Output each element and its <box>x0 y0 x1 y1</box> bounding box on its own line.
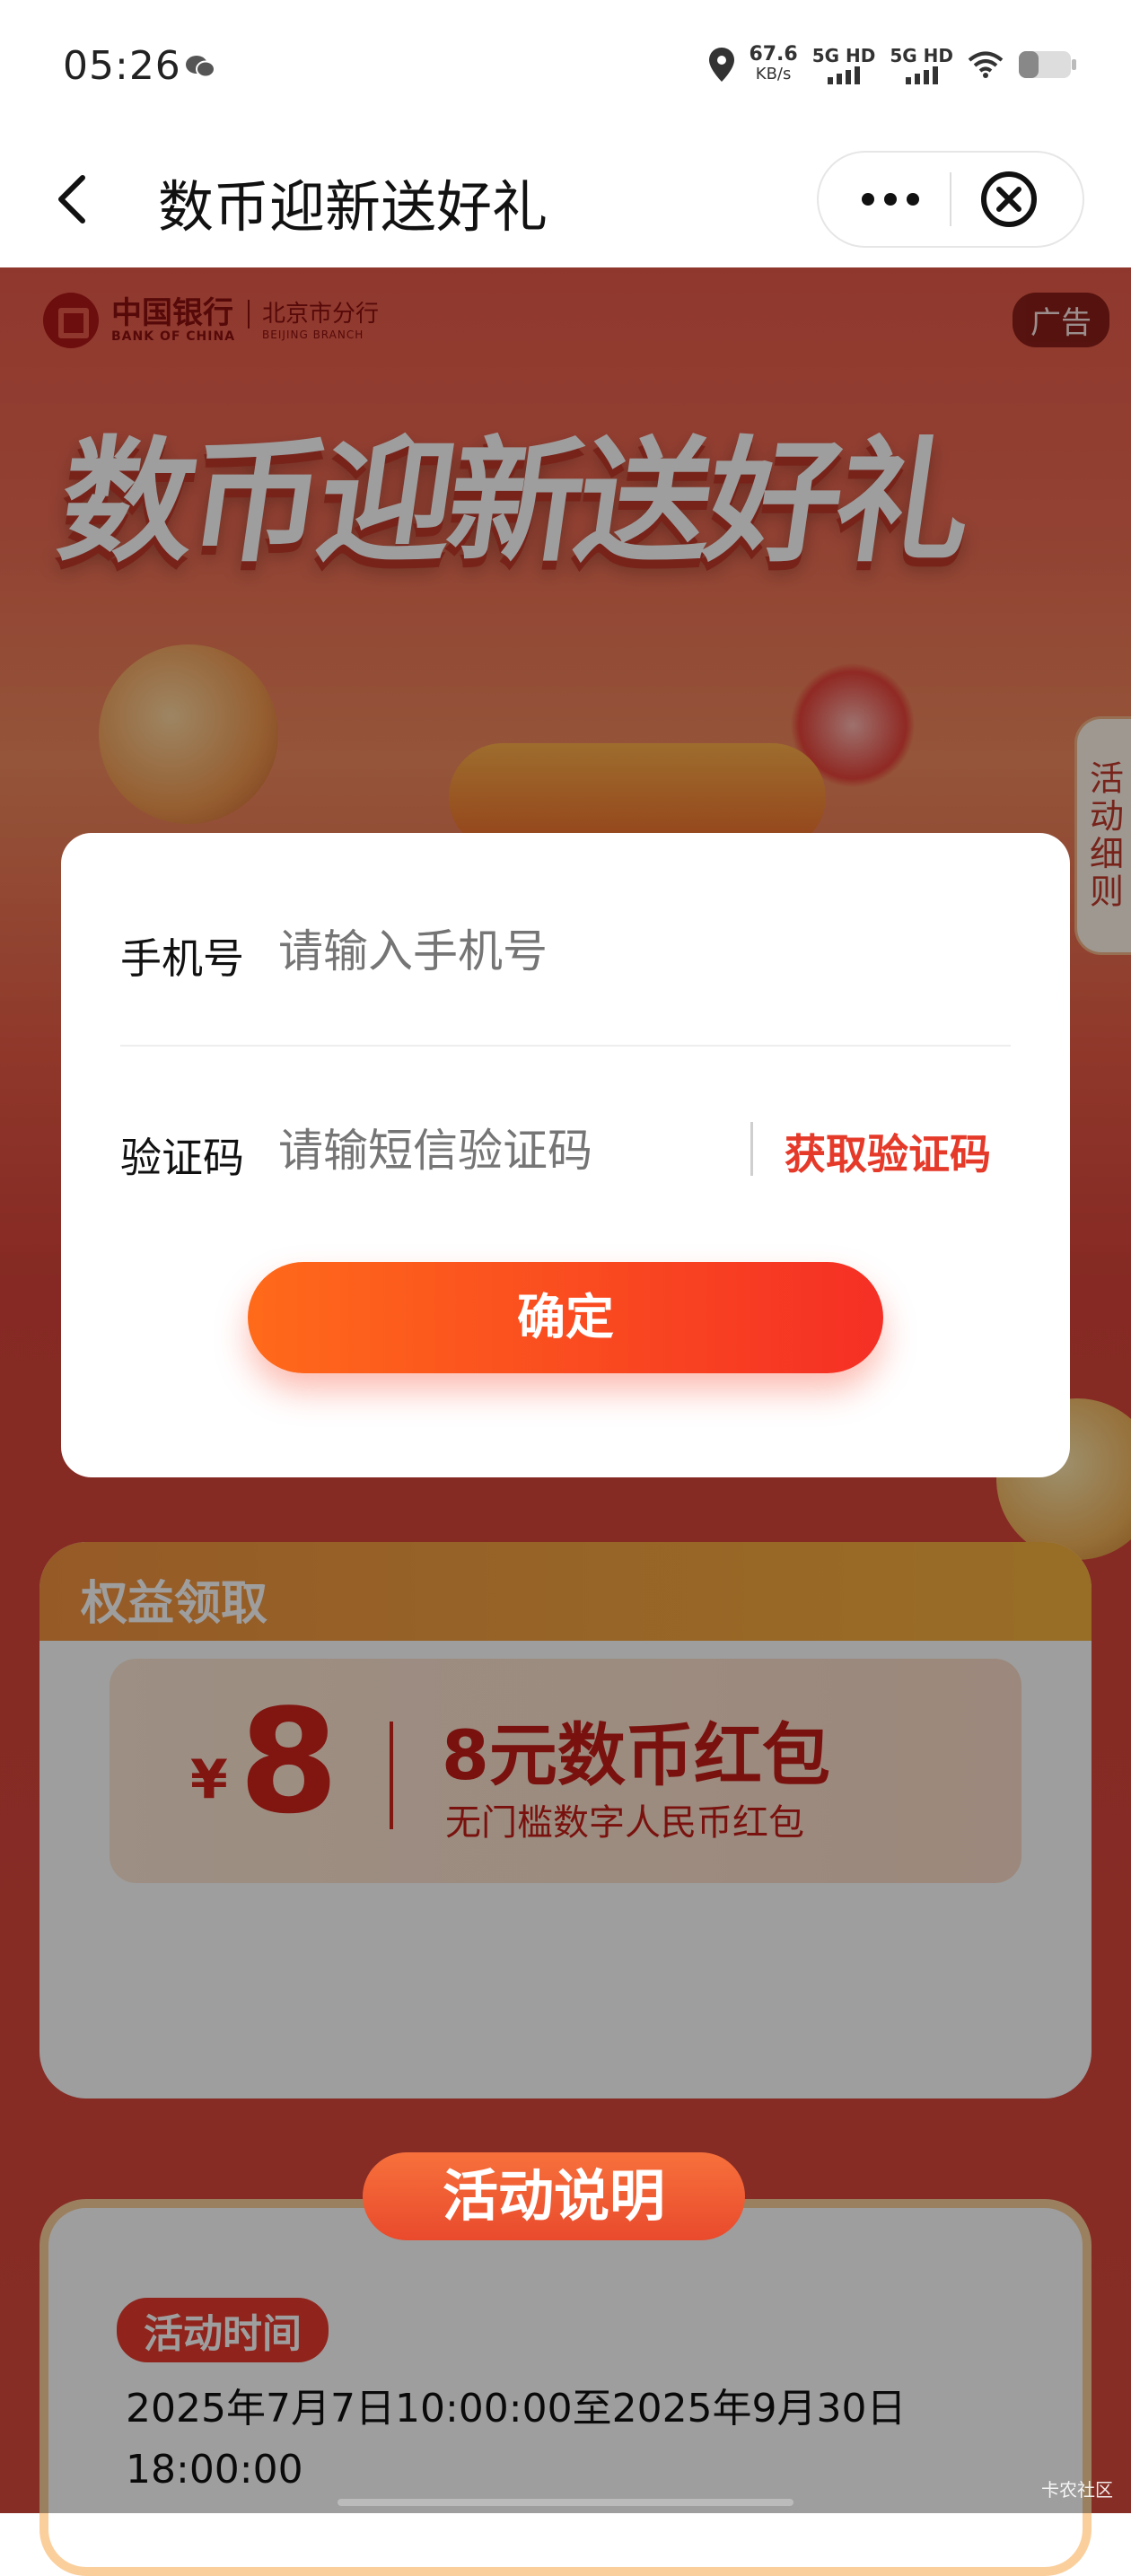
battery-icon <box>1019 51 1076 78</box>
activity-description-title: 活动说明 <box>363 2152 745 2240</box>
location-icon <box>709 48 735 82</box>
signal-icon <box>828 66 861 84</box>
sim1-signal: 5G HD <box>811 45 876 84</box>
capsule-divider <box>950 172 951 226</box>
status-time: 05:26 <box>63 43 181 89</box>
net-speed-value: 67.6 <box>749 43 798 66</box>
phone-input[interactable] <box>278 923 978 980</box>
confirm-button[interactable]: 确定 <box>248 1262 883 1373</box>
sim2-label: 5G HD <box>890 45 953 66</box>
phone-label: 手机号 <box>120 934 244 983</box>
sms-code-input[interactable] <box>278 1122 727 1179</box>
status-indicators: 67.6 KB/s 5G HD 5G HD <box>709 45 1077 84</box>
more-options-button[interactable] <box>819 153 950 246</box>
net-speed-unit: KB/s <box>755 65 792 83</box>
code-label: 验证码 <box>120 1134 244 1182</box>
sim1-label: 5G HD <box>811 45 876 66</box>
home-indicator[interactable] <box>338 2499 793 2506</box>
status-bar: 05:26 67.6 KB/s 5G HD 5G HD <box>0 0 1131 135</box>
wifi-icon <box>968 51 1004 78</box>
code-divider <box>750 1122 753 1176</box>
verification-modal: 手机号 验证码 获取验证码 确定 <box>61 833 1070 1477</box>
back-button[interactable] <box>47 172 101 226</box>
get-code-button[interactable]: 获取验证码 <box>785 1122 991 1181</box>
signal-icon <box>905 66 938 84</box>
mini-program-capsule <box>817 151 1084 248</box>
sim2-signal: 5G HD <box>890 45 953 84</box>
page-title: 数币迎新送好礼 <box>158 174 548 240</box>
field-divider <box>120 1045 1011 1047</box>
close-button[interactable] <box>953 153 1083 246</box>
title-bar: 数币迎新送好礼 <box>0 135 1131 267</box>
watermark: 卡农社区 <box>1041 2479 1113 2501</box>
net-speed: 67.6 KB/s <box>749 45 797 84</box>
wechat-icon <box>186 56 215 78</box>
